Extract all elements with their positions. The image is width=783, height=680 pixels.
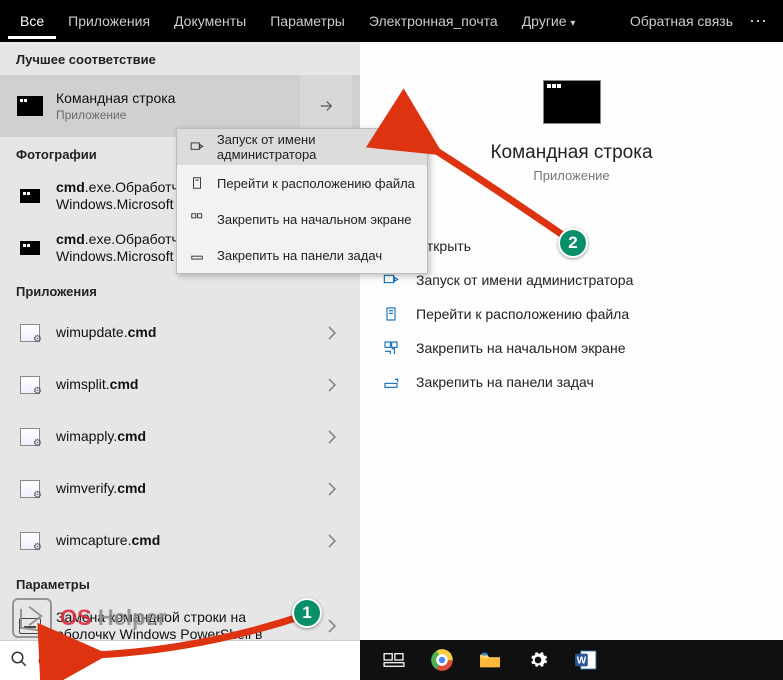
cursor-icon [12, 598, 52, 638]
watermark: OS Helper [12, 598, 166, 638]
chevron-right-icon[interactable] [312, 417, 352, 457]
action-pin-taskbar[interactable]: Закрепить на панели задач [380, 365, 763, 399]
search-box[interactable] [0, 640, 360, 680]
context-run-as-admin[interactable]: Запуск от имени администратора [177, 129, 427, 165]
tab-documents[interactable]: Документы [162, 3, 258, 39]
pin-start-icon [187, 212, 207, 226]
terminal-icon [16, 234, 44, 262]
search-filter-tabs: Все Приложения Документы Параметры Элект… [0, 0, 783, 42]
context-pin-start[interactable]: Закрепить на начальном экране [177, 201, 427, 237]
section-apps: Приложения [0, 274, 360, 307]
terminal-icon [16, 182, 44, 210]
action-run-as-admin[interactable]: Запуск от имени администратора [380, 263, 763, 297]
task-view-icon[interactable] [382, 648, 406, 672]
chrome-icon[interactable] [430, 648, 454, 672]
pin-start-icon [380, 337, 402, 359]
best-match-subtitle: Приложение [56, 108, 300, 122]
result-title: wimupdate.cmd [56, 324, 312, 342]
result-title: wimsplit.cmd [56, 376, 312, 394]
app-result[interactable]: wimsplit.cmd [0, 359, 360, 411]
result-title: wimapply.cmd [56, 428, 312, 446]
chevron-right-icon[interactable] [312, 365, 352, 405]
app-result[interactable]: wimapply.cmd [0, 411, 360, 463]
result-title: wimverify.cmd [56, 480, 312, 498]
feedback-link[interactable]: Обратная связь [622, 13, 741, 29]
tab-settings[interactable]: Параметры [258, 3, 357, 39]
taskbar: W [360, 640, 783, 680]
app-result[interactable]: wimcapture.cmd [0, 515, 360, 567]
app-result[interactable]: wimverify.cmd [0, 463, 360, 515]
script-icon [16, 527, 44, 555]
chevron-right-icon[interactable] [312, 469, 352, 509]
svg-text:W: W [577, 656, 587, 667]
app-thumbnail [543, 80, 601, 124]
pin-taskbar-icon [187, 248, 207, 262]
tab-apps[interactable]: Приложения [56, 3, 162, 39]
chevron-right-icon[interactable] [312, 313, 352, 353]
context-pin-taskbar[interactable]: Закрепить на панели задач [177, 237, 427, 273]
context-open-location[interactable]: Перейти к расположению файла [177, 165, 427, 201]
terminal-icon [16, 92, 44, 120]
annotation-badge-2: 2 [558, 228, 588, 258]
tab-email[interactable]: Электронная_почта [357, 3, 510, 39]
settings-gear-icon[interactable] [526, 648, 550, 672]
folder-icon [187, 176, 207, 190]
action-open-location[interactable]: Перейти к расположению файла [380, 297, 763, 331]
pin-taskbar-icon [380, 371, 402, 393]
best-match-title: Командная строка [56, 90, 300, 108]
annotation-badge-1: 1 [292, 598, 322, 628]
chevron-right-icon[interactable] [312, 521, 352, 561]
app-result[interactable]: wimupdate.cmd [0, 307, 360, 359]
overflow-menu[interactable]: ⋯ [741, 11, 775, 32]
section-best-match: Лучшее соответствие [0, 42, 360, 75]
folder-icon [380, 303, 402, 325]
word-icon[interactable]: W [574, 648, 598, 672]
script-icon [16, 319, 44, 347]
search-icon [10, 650, 30, 671]
script-icon [16, 371, 44, 399]
script-icon [16, 475, 44, 503]
action-pin-start[interactable]: Закрепить на начальном экране [380, 331, 763, 365]
section-settings: Параметры [0, 567, 360, 600]
file-explorer-icon[interactable] [478, 648, 502, 672]
script-icon [16, 423, 44, 451]
context-menu: Запуск от имени администратора Перейти к… [176, 128, 428, 274]
tab-more-categories[interactable]: Другие ▾ [510, 3, 588, 39]
search-input[interactable] [38, 652, 350, 670]
result-title: wimcapture.cmd [56, 532, 312, 550]
tab-all[interactable]: Все [8, 3, 56, 39]
admin-icon [187, 140, 207, 154]
